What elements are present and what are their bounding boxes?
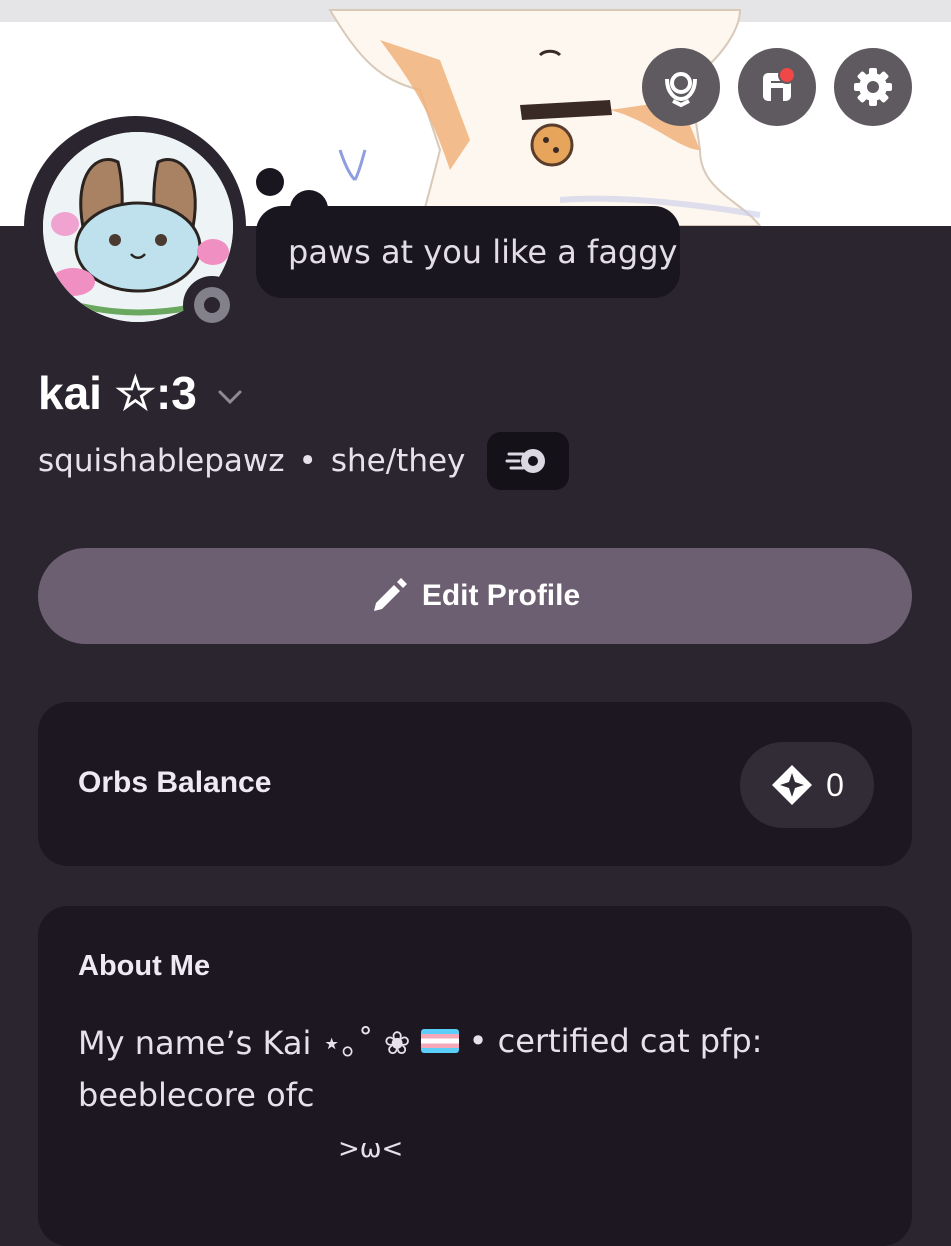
about-me-text-prefix: My name’s Kai ⋆｡˚ ❀ <box>78 1024 411 1062</box>
custom-status-bubble[interactable]: paws at you like a faggy <box>256 206 680 298</box>
display-name: kai ☆:3 <box>38 367 197 419</box>
status-indicator <box>183 276 241 334</box>
custom-status-text: paws at you like a faggy <box>288 233 678 271</box>
edit-profile-button[interactable]: Edit Profile <box>38 548 912 644</box>
chevron-down-icon <box>218 390 242 405</box>
separator-dot: • <box>298 443 317 479</box>
shop-button[interactable] <box>738 48 816 126</box>
nitro-laurel-icon <box>665 72 697 108</box>
username-row: squishablepawz • she/they <box>38 432 570 490</box>
trans-flag-icon <box>420 1029 459 1053</box>
orbs-balance-card[interactable]: Orbs Balance 0 <box>38 702 912 866</box>
orbs-balance-pill[interactable]: 0 <box>740 742 874 828</box>
pronouns: she/they <box>330 443 466 479</box>
nitro-badge[interactable] <box>487 432 570 490</box>
about-me-line-2: beeblecore ofc <box>78 1076 315 1114</box>
orbs-balance-value: 0 <box>826 766 844 803</box>
about-me-card: About Me My name’s Kai ⋆｡˚ ❀ • certified… <box>38 906 912 1246</box>
about-me-text-suffix: • certified cat pfp: <box>468 1022 763 1060</box>
orbs-balance-label: Orbs Balance <box>78 766 272 799</box>
edit-profile-label: Edit Profile <box>421 579 581 612</box>
thought-dot-small <box>256 168 284 196</box>
orb-icon <box>772 765 813 805</box>
about-me-title: About Me <box>78 950 211 982</box>
pencil-icon <box>373 578 407 611</box>
about-me-line-1: My name’s Kai ⋆｡˚ ❀ • certified cat pfp: <box>78 1018 762 1064</box>
notification-dot <box>778 66 796 84</box>
nitro-button[interactable] <box>642 48 720 126</box>
about-me-line-3: >ω< <box>338 1134 404 1164</box>
display-name-row[interactable]: kai ☆:3 <box>38 366 243 420</box>
username: squishablepawz <box>38 443 285 479</box>
status-idle-icon <box>194 287 230 323</box>
settings-button[interactable] <box>834 48 912 126</box>
gear-icon <box>854 68 892 106</box>
nitro-badge-icon <box>505 449 546 473</box>
